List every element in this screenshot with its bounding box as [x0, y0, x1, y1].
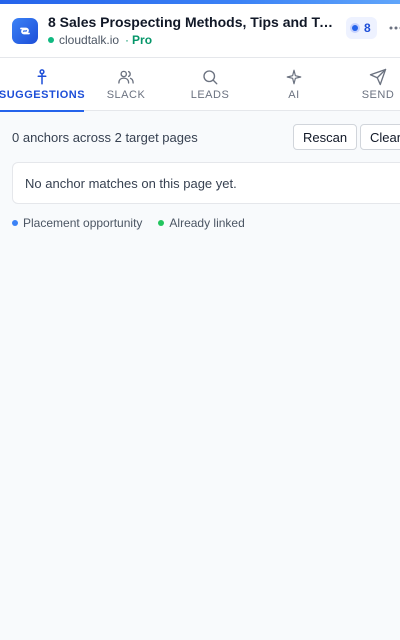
sparkle-icon — [286, 69, 302, 85]
plan-badge: Pro — [132, 33, 153, 47]
more-dots-icon[interactable] — [389, 18, 400, 38]
tab-leads[interactable]: LEADS — [168, 58, 252, 111]
domain-row: cloudtalk.io · Pro — [48, 32, 336, 48]
tab-label: SLACK — [106, 89, 146, 101]
empty-state-card: No anchor matches on this page yet. — [12, 162, 400, 204]
tab-label: SEND — [361, 89, 395, 101]
app-header: 8 Sales Prospecting Methods, Tips and To… — [0, 4, 400, 58]
page-title: 8 Sales Prospecting Methods, Tips and To… — [48, 14, 336, 30]
domain-label: cloudtalk.io — [59, 33, 120, 47]
legend-item-linked: Already linked — [158, 216, 245, 230]
anchor-icon — [37, 69, 47, 85]
app-logo-icon — [12, 17, 38, 44]
send-icon — [369, 68, 387, 86]
legend-label: Placement opportunity — [23, 216, 143, 230]
page-info: 8 Sales Prospecting Methods, Tips and To… — [48, 13, 336, 48]
summary-row: 0 anchors across 2 target pages Rescan C… — [12, 124, 400, 150]
status-dot-icon — [48, 37, 54, 43]
rescan-button[interactable]: Rescan — [293, 124, 358, 150]
empty-state-message: No anchor matches on this page yet. — [25, 175, 237, 191]
linked-dot-icon — [158, 220, 165, 226]
badge-count: 8 — [364, 21, 371, 35]
tab-send[interactable]: SEND — [336, 58, 400, 111]
match-count-badge[interactable]: 8 — [346, 17, 377, 39]
legend: Placement opportunity Already linked — [12, 216, 261, 230]
tab-ai[interactable]: AI — [252, 58, 336, 111]
tab-label: AI — [288, 89, 300, 101]
search-icon — [203, 70, 218, 85]
placement-dot-icon — [12, 220, 18, 226]
tab-bar: SUGGESTIONS SLACK LEADS AI SEND — [0, 58, 400, 112]
tab-label: SUGGESTIONS — [0, 89, 86, 101]
tab-suggestions[interactable]: SUGGESTIONS — [0, 58, 86, 112]
legend-label: Already linked — [169, 216, 245, 230]
tab-slack[interactable]: SLACK — [84, 58, 168, 111]
users-icon — [118, 70, 134, 84]
badge-dot-icon — [352, 25, 358, 31]
tab-label: LEADS — [190, 89, 230, 101]
clear-button[interactable]: Clear — [360, 124, 400, 150]
anchor-summary: 0 anchors across 2 target pages — [12, 129, 198, 145]
plan-separator: · — [125, 33, 130, 47]
legend-item-placement: Placement opportunity — [12, 216, 142, 230]
